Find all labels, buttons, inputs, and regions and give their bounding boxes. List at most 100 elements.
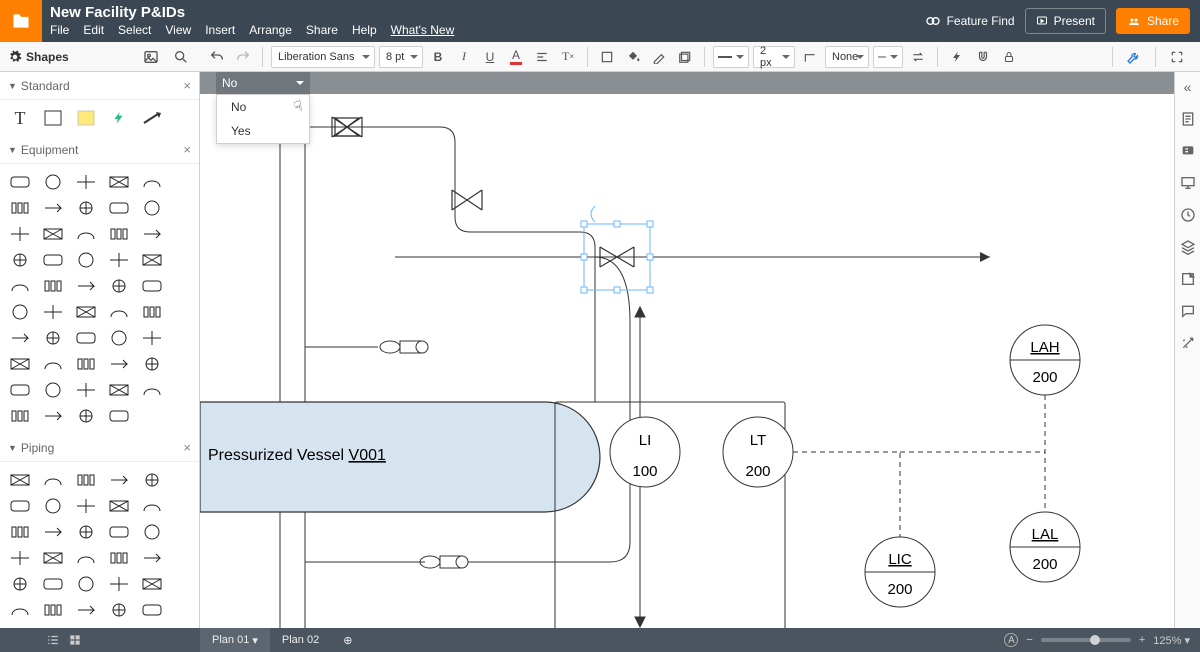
piping-shape[interactable] xyxy=(8,574,32,594)
collapse-panel-icon[interactable]: « xyxy=(1179,78,1197,96)
search-icon[interactable] xyxy=(170,46,192,68)
equipment-shape[interactable] xyxy=(107,172,131,192)
piping-shape[interactable] xyxy=(8,522,32,542)
section-equipment[interactable]: ▼Equipment× xyxy=(0,136,199,164)
piping-shape[interactable] xyxy=(8,548,32,568)
piping-shape[interactable] xyxy=(8,496,32,516)
shape-text[interactable]: T xyxy=(8,108,32,128)
equipment-shape[interactable] xyxy=(74,380,98,400)
equipment-shape[interactable] xyxy=(74,354,98,374)
property-dropdown-selected[interactable]: No xyxy=(216,72,310,94)
fill-color-button[interactable] xyxy=(622,46,644,68)
border-color-button[interactable] xyxy=(648,46,670,68)
equipment-shape[interactable] xyxy=(8,354,32,374)
equipment-shape[interactable] xyxy=(74,276,98,296)
dropdown-option-no[interactable]: No ☟ xyxy=(217,95,309,119)
equipment-shape[interactable] xyxy=(107,250,131,270)
equipment-shape[interactable] xyxy=(107,354,131,374)
canvas[interactable]: No No ☟ Yes Pressurized Vessel V001 xyxy=(200,72,1174,628)
piping-shape[interactable] xyxy=(41,496,65,516)
piping-shape[interactable] xyxy=(41,574,65,594)
equipment-shape[interactable] xyxy=(74,172,98,192)
data-panel-icon[interactable] xyxy=(1179,270,1197,288)
close-icon[interactable]: × xyxy=(183,440,191,455)
tab-plan-02[interactable]: Plan 02 xyxy=(270,628,331,652)
close-icon[interactable]: × xyxy=(183,142,191,157)
piping-shape[interactable] xyxy=(107,574,131,594)
instrument-lt[interactable]: LT 200 xyxy=(723,417,793,487)
doc-panel-icon[interactable] xyxy=(1179,110,1197,128)
piping-shape[interactable] xyxy=(41,548,65,568)
shape-rect[interactable] xyxy=(41,108,65,128)
italic-button[interactable]: I xyxy=(453,46,475,68)
piping-shape[interactable] xyxy=(107,470,131,490)
piping-shape[interactable] xyxy=(74,496,98,516)
piping-shape[interactable] xyxy=(74,574,98,594)
piping-shape[interactable] xyxy=(140,548,164,568)
piping-shape[interactable] xyxy=(74,522,98,542)
instrument-lic[interactable]: LIC 200 xyxy=(865,537,935,607)
doc-title[interactable]: New Facility P&IDs xyxy=(50,5,917,22)
piping-shape[interactable] xyxy=(140,470,164,490)
equipment-shape[interactable] xyxy=(107,406,131,426)
clear-format-button[interactable]: T× xyxy=(557,46,579,68)
equipment-shape[interactable] xyxy=(8,276,32,296)
menu-select[interactable]: Select xyxy=(118,23,151,37)
app-logo[interactable] xyxy=(0,0,42,42)
zoom-level[interactable]: 125% ▾ xyxy=(1153,634,1190,647)
menu-view[interactable]: View xyxy=(165,23,191,37)
equipment-shape[interactable] xyxy=(8,172,32,192)
effects-button[interactable] xyxy=(674,46,696,68)
equipment-shape[interactable] xyxy=(74,406,98,426)
equipment-shape[interactable] xyxy=(8,250,32,270)
fullscreen-icon[interactable] xyxy=(1166,46,1188,68)
piping-shape[interactable] xyxy=(8,470,32,490)
section-standard[interactable]: ▼Standard× xyxy=(0,72,199,100)
equipment-shape[interactable] xyxy=(41,328,65,348)
menu-whats-new[interactable]: What's New xyxy=(391,23,455,37)
equipment-shape[interactable] xyxy=(140,250,164,270)
equipment-shape[interactable] xyxy=(8,380,32,400)
swap-ends-button[interactable] xyxy=(907,46,929,68)
font-select[interactable]: Liberation Sans xyxy=(271,46,375,68)
align-button[interactable] xyxy=(531,46,553,68)
equipment-shape[interactable] xyxy=(41,302,65,322)
piping-shape[interactable] xyxy=(74,548,98,568)
piping-shape[interactable] xyxy=(140,496,164,516)
piping-shape[interactable] xyxy=(74,600,98,620)
equipment-shape[interactable] xyxy=(41,224,65,244)
equipment-shape[interactable] xyxy=(107,328,131,348)
feature-find[interactable]: Feature Find xyxy=(925,13,1015,29)
piping-shape[interactable] xyxy=(140,600,164,620)
equipment-shape[interactable] xyxy=(41,198,65,218)
bold-button[interactable]: B xyxy=(427,46,449,68)
shape-arrow[interactable] xyxy=(140,108,164,128)
equipment-shape[interactable] xyxy=(41,276,65,296)
shape-bolt[interactable] xyxy=(107,108,131,128)
history-icon[interactable] xyxy=(1179,206,1197,224)
equipment-shape[interactable] xyxy=(41,250,65,270)
underline-button[interactable]: U xyxy=(479,46,501,68)
equipment-shape[interactable] xyxy=(41,380,65,400)
line-shape-button[interactable] xyxy=(799,46,821,68)
equipment-shape[interactable] xyxy=(8,224,32,244)
equipment-shape[interactable] xyxy=(41,406,65,426)
zoom-out-button[interactable]: − xyxy=(1026,634,1032,646)
equipment-shape[interactable] xyxy=(140,172,164,192)
font-size-select[interactable]: 8 pt xyxy=(379,46,423,68)
equipment-shape[interactable] xyxy=(107,198,131,218)
action-bolt-icon[interactable] xyxy=(946,46,968,68)
menu-help[interactable]: Help xyxy=(352,23,377,37)
instrument-lah[interactable]: LAH 200 xyxy=(1010,325,1080,395)
dropdown-option-yes[interactable]: Yes xyxy=(217,119,309,143)
add-page-button[interactable]: ⊕ xyxy=(331,628,364,652)
redo-button[interactable] xyxy=(232,46,254,68)
property-dropdown[interactable]: No No ☟ Yes xyxy=(216,72,310,144)
menu-edit[interactable]: Edit xyxy=(83,23,104,37)
instrument-li[interactable]: LI 100 xyxy=(610,417,680,487)
line-width-select[interactable]: 2 px xyxy=(753,46,795,68)
equipment-shape[interactable] xyxy=(8,328,32,348)
diagram-svg[interactable]: Pressurized Vessel V001 xyxy=(200,72,1174,628)
undo-button[interactable] xyxy=(206,46,228,68)
equipment-shape[interactable] xyxy=(74,224,98,244)
